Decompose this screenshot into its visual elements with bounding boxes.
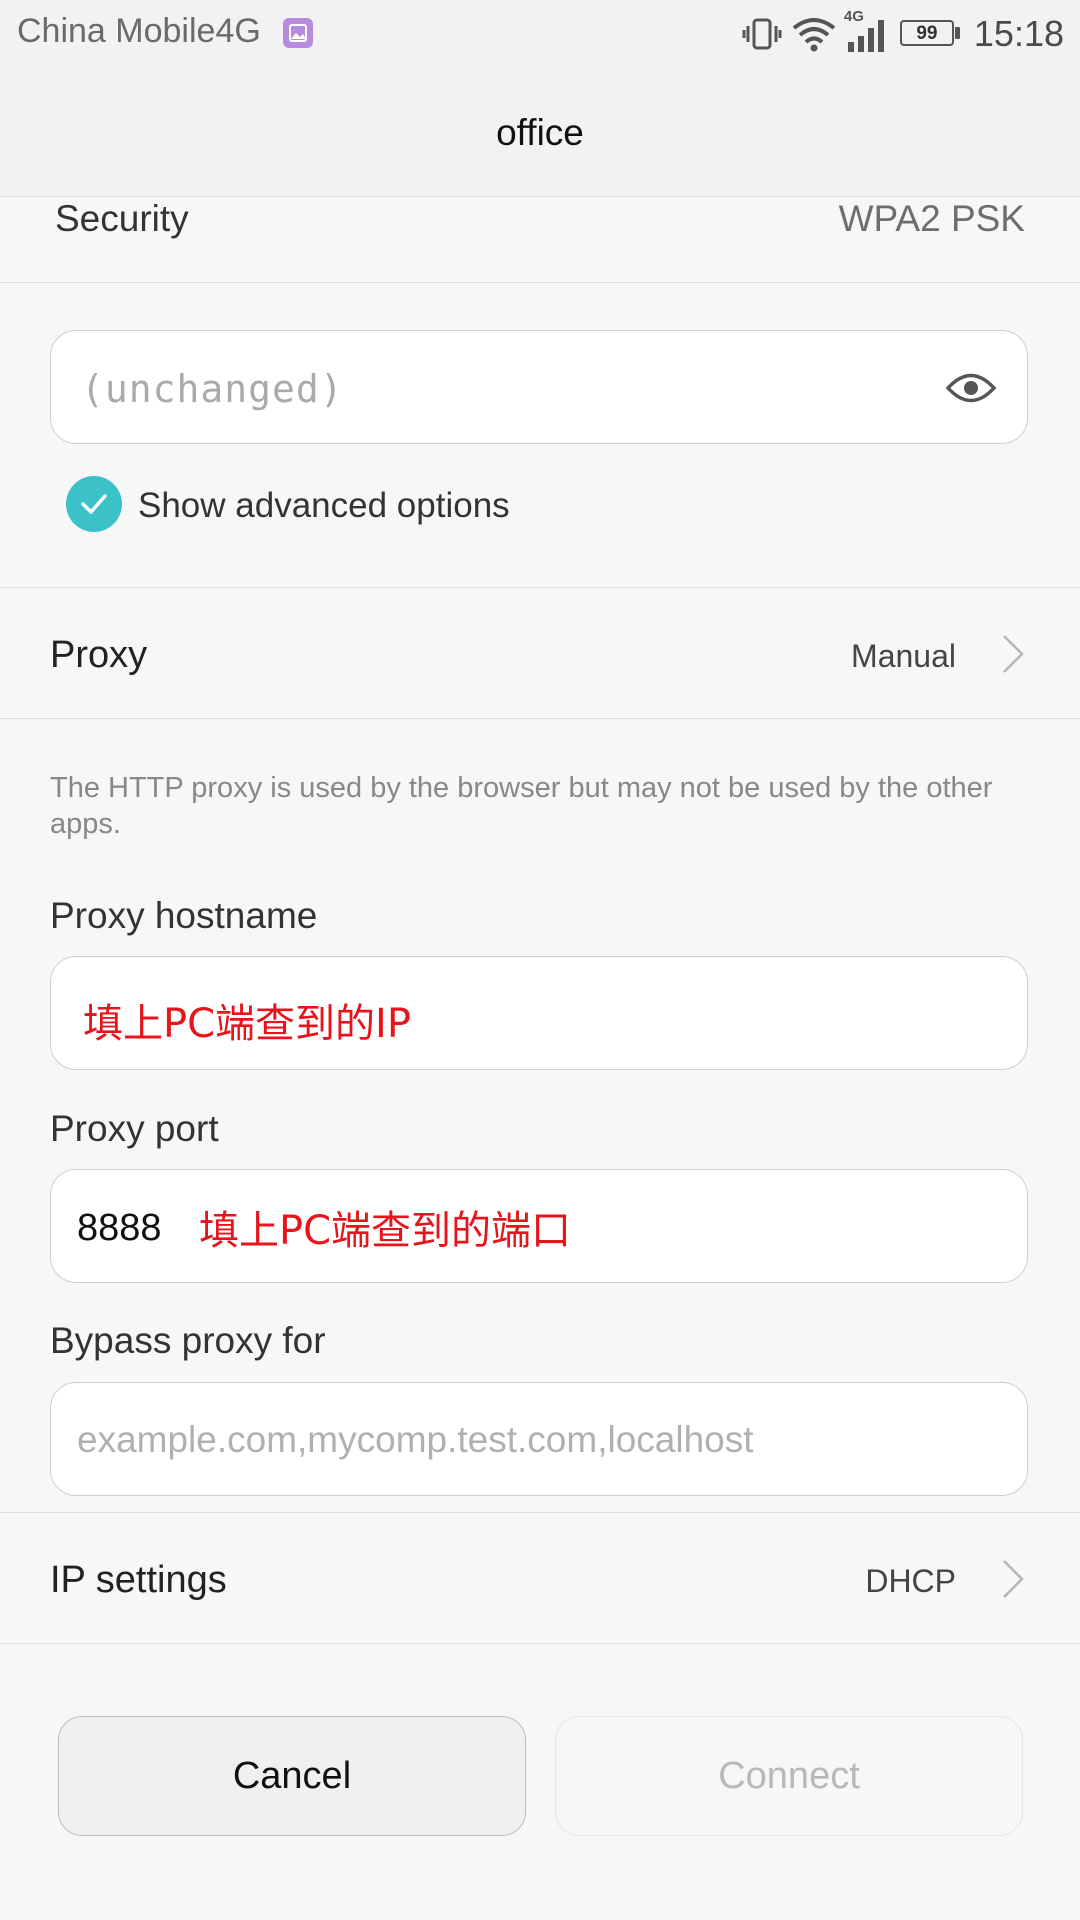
cancel-button[interactable]: Cancel	[58, 1716, 526, 1836]
divider	[0, 282, 1080, 283]
show-advanced-label[interactable]: Show advanced options	[138, 486, 510, 526]
checkmark-icon	[81, 494, 107, 514]
cell-signal: 4G	[844, 8, 890, 56]
proxy-value: Manual	[851, 638, 956, 674]
wifi-icon	[792, 18, 836, 52]
password-field[interactable]: (unchanged)	[50, 330, 1028, 444]
ip-settings-value: DHCP	[865, 1563, 956, 1599]
status-icons: 4G 99 15:18	[742, 8, 1064, 58]
status-bar: China Mobile4G 4G 99 15:18	[0, 0, 1080, 68]
divider	[0, 718, 1080, 719]
ip-settings-label: IP settings	[50, 1559, 227, 1601]
proxy-hostname-label: Proxy hostname	[50, 895, 318, 936]
clock: 15:18	[973, 13, 1064, 54]
port-annotation: 填上PC端查到的端口	[199, 1208, 572, 1254]
eye-icon[interactable]	[945, 365, 997, 411]
title-bar: office	[0, 68, 1080, 197]
chevron-right-icon	[1003, 1560, 1024, 1598]
hostname-annotation: 填上PC端查到的IP	[83, 1001, 411, 1047]
security-value: WPA2 PSK	[838, 198, 1025, 239]
proxy-row[interactable]: Proxy Manual	[0, 588, 1080, 718]
battery-level: 99	[916, 23, 938, 44]
page-title: office	[496, 112, 584, 153]
proxy-label: Proxy	[50, 634, 148, 676]
security-label: Security	[55, 198, 189, 239]
show-advanced-checkbox[interactable]	[66, 476, 122, 532]
battery-icon: 99	[899, 18, 962, 50]
bypass-proxy-input[interactable]: example.com,mycomp.test.com,localhost	[50, 1382, 1028, 1496]
carrier-name: China Mobile4G	[17, 12, 261, 50]
gallery-notification-icon	[283, 18, 313, 48]
bypass-placeholder: example.com,mycomp.test.com,localhost	[77, 1419, 754, 1460]
proxy-hostname-input[interactable]: 填上PC端查到的IP	[50, 956, 1028, 1070]
chevron-right-icon	[1003, 635, 1024, 673]
connect-button[interactable]: Connect	[555, 1716, 1023, 1836]
bypass-proxy-label: Bypass proxy for	[50, 1320, 326, 1361]
divider	[0, 1643, 1080, 1644]
proxy-port-value: 8888	[77, 1207, 162, 1249]
ip-settings-row[interactable]: IP settings DHCP	[0, 1513, 1080, 1643]
cell-signal-icon	[847, 20, 884, 52]
proxy-hint: The HTTP proxy is used by the browser bu…	[50, 772, 993, 840]
password-placeholder: (unchanged)	[81, 367, 344, 411]
proxy-port-input[interactable]: 8888 填上PC端查到的端口	[50, 1169, 1028, 1283]
proxy-port-label: Proxy port	[50, 1108, 219, 1149]
vibrate-icon	[742, 18, 782, 50]
